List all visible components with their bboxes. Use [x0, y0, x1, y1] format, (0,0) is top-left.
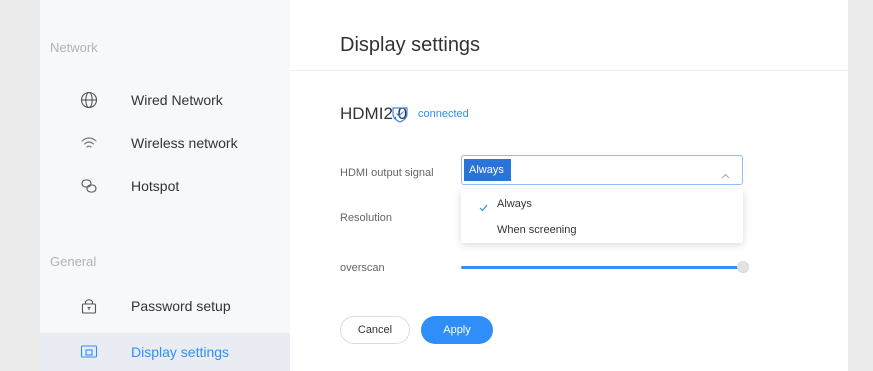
display-icon — [80, 343, 98, 361]
hdmi-output-label: HDMI output signal — [340, 167, 434, 179]
cancel-button[interactable]: Cancel — [340, 316, 410, 344]
hotspot-icon — [80, 177, 98, 195]
overscan-slider-handle[interactable] — [737, 261, 749, 273]
sidebar-section-general: General — [50, 254, 97, 269]
resolution-label: Resolution — [340, 212, 392, 224]
divider — [290, 70, 848, 71]
status-badge: connected — [418, 108, 469, 120]
sidebar-item-wired-network[interactable]: Wired Network — [40, 82, 290, 118]
wifi-icon — [80, 134, 98, 152]
hdmi-output-value: Always — [464, 159, 511, 181]
dropdown-option-always[interactable]: Always — [461, 193, 743, 217]
sidebar-item-label: Wired Network — [131, 92, 223, 108]
hdmi-output-select[interactable]: Always — [461, 155, 743, 185]
sidebar-item-hotspot[interactable]: Hotspot — [40, 168, 290, 204]
sidebar-item-password-setup[interactable]: Password setup — [40, 288, 290, 324]
check-icon — [479, 199, 488, 217]
overscan-label: overscan — [340, 262, 385, 274]
apply-button[interactable]: Apply — [421, 316, 493, 344]
dropdown-option-when-screening[interactable]: When screening — [461, 219, 743, 243]
sidebar-item-label: Password setup — [131, 298, 231, 314]
shield-check-icon — [390, 104, 410, 129]
page-title: Display settings — [340, 34, 481, 56]
option-label: When screening — [497, 224, 577, 236]
chevron-up-icon — [721, 166, 730, 184]
sidebar-item-display-settings[interactable]: Display settings — [40, 333, 290, 371]
hdmi-output-dropdown: Always When screening — [461, 189, 743, 243]
overscan-slider[interactable] — [461, 266, 743, 269]
sidebar-section-network: Network — [50, 40, 98, 55]
option-label: Always — [497, 198, 532, 210]
sidebar-item-label: Wireless network — [131, 135, 238, 151]
sidebar-item-label: Hotspot — [131, 178, 180, 194]
globe-icon — [80, 91, 98, 109]
sidebar-item-label: Display settings — [131, 344, 230, 360]
lock-icon — [80, 297, 98, 315]
sidebar-item-wireless-network[interactable]: Wireless network — [40, 125, 290, 161]
